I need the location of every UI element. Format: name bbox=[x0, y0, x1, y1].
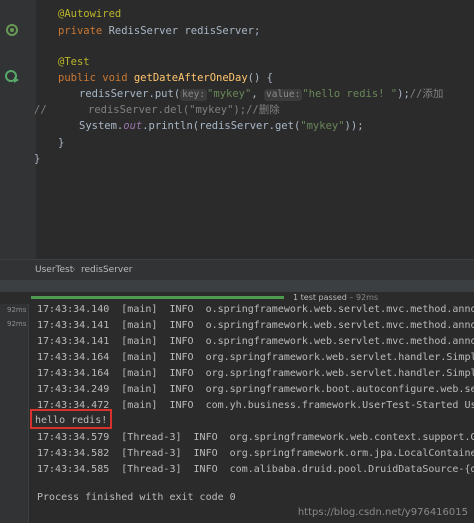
code-line-close-class: } bbox=[34, 153, 41, 165]
test-passed-summary: 1 test passed – 92ms bbox=[293, 293, 378, 302]
breadcrumb-item-usertest[interactable]: UserTest bbox=[35, 265, 73, 275]
code-editor[interactable]: @Autowired private RedisServer redisServ… bbox=[0, 0, 474, 259]
breadcrumb-separator: › bbox=[72, 265, 76, 275]
code-line-test-annotation: @Test bbox=[58, 56, 90, 68]
breadcrumb: UserTest › redisServer bbox=[0, 259, 474, 280]
run-test-icon[interactable] bbox=[4, 68, 20, 84]
highlight-box bbox=[30, 409, 112, 429]
code-line-put: redisServer.put(key: "mykey", value: "hell… bbox=[79, 88, 444, 101]
code-line-close-method: } bbox=[58, 137, 65, 149]
test-duration: – 92ms bbox=[349, 293, 379, 302]
console-line: 17:43:34.582 [Thread-3] INFO org.springf… bbox=[37, 448, 474, 459]
console-line: 17:43:34.164 [main] INFO org.springframe… bbox=[37, 368, 474, 379]
console-exit-line: Process finished with exit code 0 bbox=[37, 492, 236, 503]
bean-navigation-icon[interactable] bbox=[4, 22, 20, 38]
test-passed-label: 1 test passed bbox=[293, 293, 347, 302]
param-hint-key: key: bbox=[180, 89, 208, 101]
console-line: 17:43:34.249 [main] INFO org.springframe… bbox=[37, 384, 474, 395]
code-line-method-signature: public void getDateAfterOneDay() { bbox=[58, 72, 273, 84]
console-line: 17:43:34.140 [main] INFO o.springframewo… bbox=[37, 304, 474, 315]
code-line-field: private RedisServer redisServer; bbox=[58, 25, 261, 37]
test-duration-label: 92ms bbox=[7, 320, 27, 328]
panel-divider[interactable] bbox=[0, 280, 474, 292]
code-line-println: System.out.println(redisServer.get("myke… bbox=[79, 120, 364, 132]
test-progress-bar bbox=[31, 296, 284, 299]
editor-gutter bbox=[0, 0, 36, 259]
code-line-autowired: @Autowired bbox=[58, 8, 122, 20]
code-line-del-commented: redisServer.del("mykey");//删除 bbox=[88, 104, 280, 116]
breadcrumb-item-redisserver[interactable]: redisServer bbox=[81, 265, 132, 275]
watermark: https://blog.csdn.net/y976416015 bbox=[297, 507, 468, 518]
console-line: 17:43:34.579 [Thread-3] INFO org.springf… bbox=[37, 432, 474, 443]
console-line: 17:43:34.164 [main] INFO org.springframe… bbox=[37, 352, 474, 363]
param-hint-value: value: bbox=[263, 89, 303, 101]
console-line: 17:43:34.141 [main] INFO o.springframewo… bbox=[37, 336, 474, 347]
console-line: 17:43:34.141 [main] INFO o.springframewo… bbox=[37, 320, 474, 331]
console-line: 17:43:34.585 [Thread-3] INFO com.alibaba… bbox=[37, 464, 474, 475]
test-duration-label: 92ms bbox=[7, 306, 27, 314]
test-tree-panel[interactable]: 92ms 92ms bbox=[0, 304, 29, 523]
line-comment-marker: // bbox=[34, 104, 47, 116]
